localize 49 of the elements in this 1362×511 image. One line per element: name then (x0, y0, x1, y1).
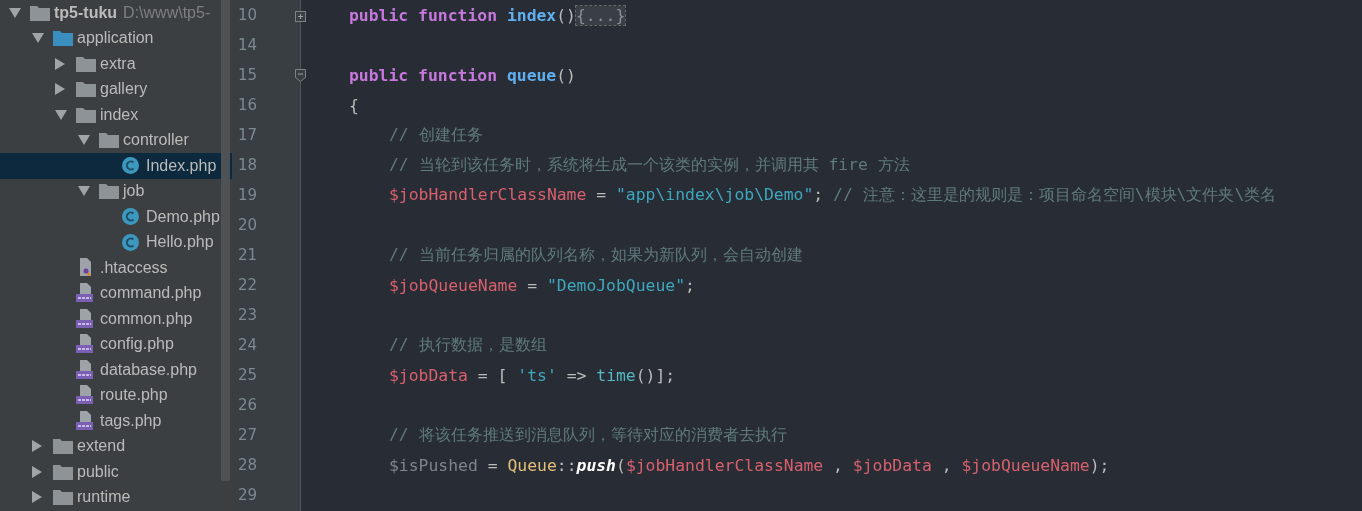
code-line: // 执行数据，是数组 (389, 334, 547, 356)
line-number: 17 (238, 126, 258, 144)
tree-item[interactable]: config.php (0, 331, 232, 357)
line-number: 10 (238, 6, 258, 24)
tree-item[interactable]: tp5-tuku D:\www\tp5- (0, 0, 232, 26)
code-line: // 当前任务归属的队列名称，如果为新队列，会自动创建 (389, 244, 803, 266)
code-line: // 创建任务 (389, 124, 483, 146)
tree-item[interactable]: tags.php (0, 408, 232, 434)
tree-item[interactable]: common.php (0, 306, 232, 332)
code-line: public function index(){...} (349, 5, 626, 25)
tree-item[interactable]: route.php (0, 382, 232, 408)
tree-item[interactable]: Demo.php (0, 204, 232, 230)
tree-item[interactable]: Index.php (0, 153, 232, 179)
line-number: 21 (238, 246, 258, 264)
tree-item[interactable]: command.php (0, 280, 232, 306)
line-number: 25 (238, 366, 258, 384)
line-number: 26 (238, 396, 258, 414)
tree-item[interactable]: extend (0, 433, 232, 459)
tree-item[interactable]: .htaccess (0, 255, 232, 281)
tree-item[interactable]: application (0, 25, 232, 51)
code-line: $isPushed = Queue::push($jobHandlerClassName , $jobData , $jobQueueName); (389, 455, 1110, 475)
line-number: 18 (238, 156, 258, 174)
line-number: 27 (238, 426, 258, 444)
line-number: 29 (238, 486, 258, 504)
tree-item[interactable]: database.php (0, 357, 232, 383)
line-number: 19 (238, 186, 258, 204)
tree-item[interactable]: gallery (0, 76, 232, 102)
code-line: // 将该任务推送到消息队列，等待对应的消费者去执行 (389, 424, 787, 446)
tree-item[interactable]: controller (0, 127, 232, 153)
tree-item[interactable]: runtime (0, 484, 232, 510)
line-number: 23 (238, 306, 258, 324)
code-line: $jobQueueName = "DemoJobQueue"; (389, 275, 695, 295)
line-number: 20 (238, 216, 258, 234)
code-line: public function queue() (349, 65, 576, 85)
line-number: 22 (238, 276, 258, 294)
code-line: { (349, 95, 359, 115)
line-number: 28 (238, 456, 258, 474)
tree-item[interactable]: public (0, 459, 232, 485)
code-line: // 当轮到该任务时，系统将生成一个该类的实例，并调用其 fire 方法 (389, 154, 910, 176)
line-number: 14 (238, 36, 258, 54)
tree-item[interactable]: index (0, 102, 232, 128)
code-line: $jobData = [ 'ts' => time()]; (389, 365, 676, 385)
tree-item[interactable]: job (0, 178, 232, 204)
tree-item[interactable]: extra (0, 51, 232, 77)
line-number: 24 (238, 336, 258, 354)
tree-item[interactable]: Hello.php (0, 229, 232, 255)
line-number: 16 (238, 96, 258, 114)
code-line: $jobHandlerClassName = "app\index\job\Demo"; // 注意：这里是的规则是：项目命名空间\模块\文件夹\类名 (389, 184, 1277, 206)
line-number: 15 (238, 66, 258, 84)
